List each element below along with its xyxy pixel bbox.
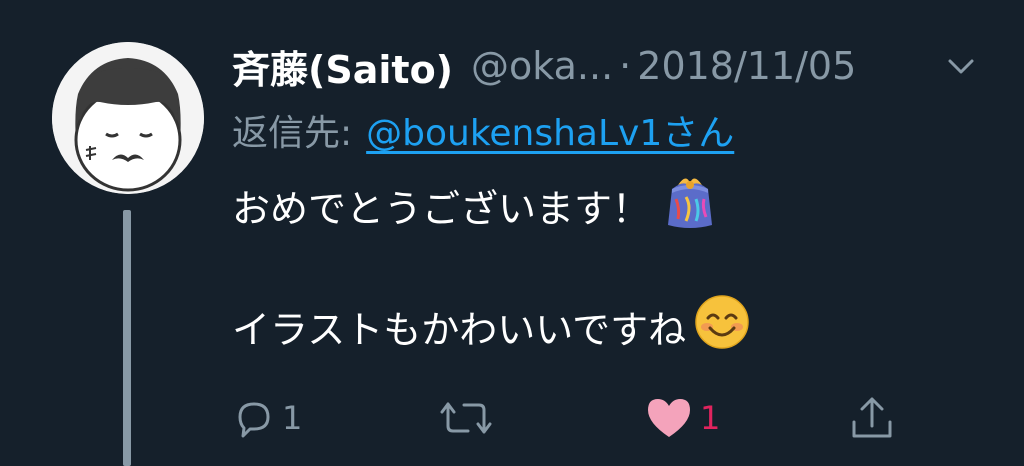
retweet-button[interactable] bbox=[438, 388, 500, 448]
avatar[interactable] bbox=[52, 42, 204, 194]
tweet-date[interactable]: 2018/11/05 bbox=[637, 44, 856, 88]
user-handle[interactable]: @oka... bbox=[471, 44, 613, 88]
avatar-illustration bbox=[52, 42, 204, 194]
tweet-text: おめでとうございます！ bbox=[232, 186, 651, 231]
smiling-face-emoji-icon bbox=[694, 294, 750, 359]
separator-dot: · bbox=[619, 44, 632, 88]
display-name[interactable]: 斉藤(Saito) bbox=[232, 39, 453, 94]
share-icon bbox=[852, 397, 892, 438]
reply-count: 1 bbox=[282, 399, 303, 437]
heart-icon bbox=[648, 399, 690, 437]
like-button[interactable]: 1 bbox=[644, 388, 720, 448]
retweet-icon bbox=[440, 402, 492, 434]
tweet-text-line-1: おめでとうございます！ bbox=[232, 175, 722, 235]
tweet-actions: 1 1 bbox=[0, 388, 1024, 448]
tweet-header: 斉藤(Saito) @oka... · 2018/11/05 bbox=[232, 40, 992, 92]
chevron-down-icon[interactable] bbox=[945, 50, 977, 82]
reply-button[interactable]: 1 bbox=[232, 388, 302, 448]
tweet-text: イラストもかわいいですね bbox=[232, 307, 687, 352]
party-popper-emoji-icon bbox=[658, 171, 722, 240]
reply-mention-link[interactable]: @boukenshaLv1さん bbox=[366, 104, 734, 156]
like-count: 1 bbox=[700, 399, 721, 437]
tweet-text-line-2: イラストもかわいいですね bbox=[232, 294, 750, 359]
reply-icon bbox=[238, 402, 270, 438]
reply-to-label: 返信先: bbox=[232, 113, 353, 154]
share-button[interactable] bbox=[848, 388, 896, 448]
reply-context: 返信先: @boukenshaLv1さん bbox=[232, 104, 734, 156]
